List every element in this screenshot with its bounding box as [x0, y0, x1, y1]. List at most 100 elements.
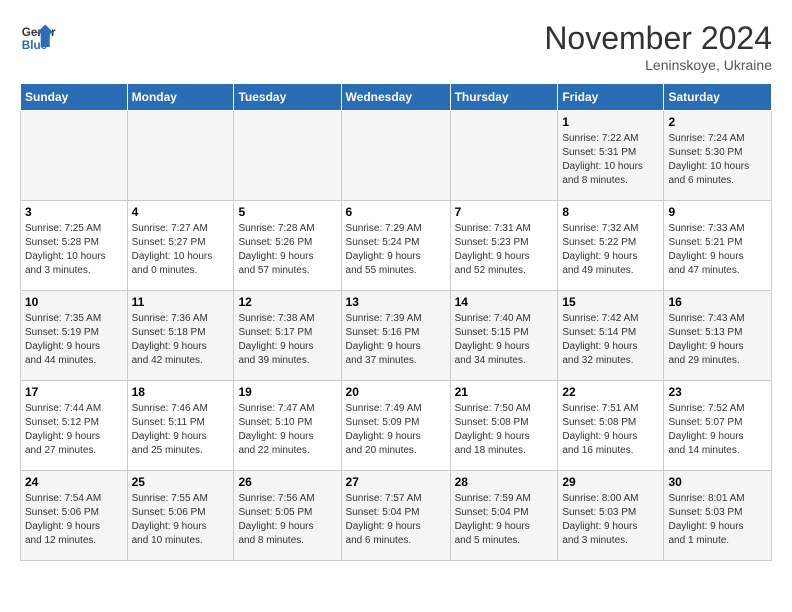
day-number: 14	[455, 295, 554, 309]
calendar-cell: 2 Sunrise: 7:24 AM Sunset: 5:30 PM Daylig…	[664, 111, 772, 201]
cell-sun-info: Sunrise: 7:49 AM Sunset: 5:09 PM Dayligh…	[346, 402, 446, 458]
calendar-cell: 9 Sunrise: 7:33 AM Sunset: 5:21 PM Daylig…	[664, 201, 772, 291]
cell-sun-info: Sunrise: 7:28 AM Sunset: 5:26 PM Dayligh…	[238, 222, 336, 278]
day-number: 1	[562, 115, 659, 129]
calendar-cell: 4 Sunrise: 7:27 AM Sunset: 5:27 PM Daylig…	[127, 201, 234, 291]
cell-sun-info: Sunrise: 7:33 AM Sunset: 5:21 PM Dayligh…	[668, 222, 767, 278]
calendar-week-row: 3 Sunrise: 7:25 AM Sunset: 5:28 PM Daylig…	[21, 201, 772, 291]
cell-sun-info: Sunrise: 7:24 AM Sunset: 5:30 PM Dayligh…	[668, 132, 767, 188]
calendar-week-row: 24 Sunrise: 7:54 AM Sunset: 5:06 PM Dayli…	[21, 471, 772, 561]
day-number: 22	[562, 385, 659, 399]
day-number: 20	[346, 385, 446, 399]
calendar-cell	[127, 111, 234, 201]
calendar-cell: 19 Sunrise: 7:47 AM Sunset: 5:10 PM Dayli…	[234, 381, 341, 471]
calendar-cell: 20 Sunrise: 7:49 AM Sunset: 5:09 PM Dayli…	[341, 381, 450, 471]
cell-sun-info: Sunrise: 7:38 AM Sunset: 5:17 PM Dayligh…	[238, 312, 336, 368]
weekday-header: Monday	[127, 84, 234, 111]
calendar-cell: 10 Sunrise: 7:35 AM Sunset: 5:19 PM Dayli…	[21, 291, 128, 381]
cell-sun-info: Sunrise: 7:52 AM Sunset: 5:07 PM Dayligh…	[668, 402, 767, 458]
day-number: 13	[346, 295, 446, 309]
day-number: 18	[132, 385, 230, 399]
cell-sun-info: Sunrise: 7:51 AM Sunset: 5:08 PM Dayligh…	[562, 402, 659, 458]
calendar-cell: 12 Sunrise: 7:38 AM Sunset: 5:17 PM Dayli…	[234, 291, 341, 381]
calendar-cell: 27 Sunrise: 7:57 AM Sunset: 5:04 PM Dayli…	[341, 471, 450, 561]
calendar-cell: 23Sunrise: 7:52 AM Sunset: 5:07 PM Dayli…	[664, 381, 772, 471]
calendar-cell: 1 Sunrise: 7:22 AM Sunset: 5:31 PM Daylig…	[558, 111, 664, 201]
day-number: 11	[132, 295, 230, 309]
month-title: November 2024	[544, 20, 772, 57]
cell-sun-info: Sunrise: 8:00 AM Sunset: 5:03 PM Dayligh…	[562, 492, 659, 548]
calendar-cell: 30 Sunrise: 8:01 AM Sunset: 5:03 PM Dayli…	[664, 471, 772, 561]
cell-sun-info: Sunrise: 7:43 AM Sunset: 5:13 PM Dayligh…	[668, 312, 767, 368]
cell-sun-info: Sunrise: 7:50 AM Sunset: 5:08 PM Dayligh…	[455, 402, 554, 458]
calendar-cell: 18Sunrise: 7:46 AM Sunset: 5:11 PM Dayli…	[127, 381, 234, 471]
calendar-cell: 22 Sunrise: 7:51 AM Sunset: 5:08 PM Dayli…	[558, 381, 664, 471]
logo-icon: General Blue	[20, 20, 56, 56]
calendar-cell: 29 Sunrise: 8:00 AM Sunset: 5:03 PM Dayli…	[558, 471, 664, 561]
cell-sun-info: Sunrise: 7:22 AM Sunset: 5:31 PM Dayligh…	[562, 132, 659, 188]
day-number: 25	[132, 475, 230, 489]
weekday-header-row: SundayMondayTuesdayWednesdayThursdayFrid…	[21, 84, 772, 111]
weekday-header: Thursday	[450, 84, 558, 111]
day-number: 12	[238, 295, 336, 309]
cell-sun-info: Sunrise: 7:35 AM Sunset: 5:19 PM Dayligh…	[25, 312, 123, 368]
weekday-header: Friday	[558, 84, 664, 111]
calendar-cell: 26 Sunrise: 7:56 AM Sunset: 5:05 PM Dayli…	[234, 471, 341, 561]
calendar-cell: 15 Sunrise: 7:42 AM Sunset: 5:14 PM Dayli…	[558, 291, 664, 381]
day-number: 4	[132, 205, 230, 219]
weekday-header: Tuesday	[234, 84, 341, 111]
cell-sun-info: Sunrise: 7:56 AM Sunset: 5:05 PM Dayligh…	[238, 492, 336, 548]
cell-sun-info: Sunrise: 7:29 AM Sunset: 5:24 PM Dayligh…	[346, 222, 446, 278]
day-number: 29	[562, 475, 659, 489]
day-number: 19	[238, 385, 336, 399]
day-number: 10	[25, 295, 123, 309]
calendar-cell	[341, 111, 450, 201]
cell-sun-info: Sunrise: 7:54 AM Sunset: 5:06 PM Dayligh…	[25, 492, 123, 548]
calendar-cell: 8 Sunrise: 7:32 AM Sunset: 5:22 PM Daylig…	[558, 201, 664, 291]
title-area: November 2024 Leninskoye, Ukraine	[544, 20, 772, 73]
calendar-cell: 17Sunrise: 7:44 AM Sunset: 5:12 PM Dayli…	[21, 381, 128, 471]
day-number: 30	[668, 475, 767, 489]
day-number: 2	[668, 115, 767, 129]
cell-sun-info: Sunrise: 7:42 AM Sunset: 5:14 PM Dayligh…	[562, 312, 659, 368]
cell-sun-info: Sunrise: 7:32 AM Sunset: 5:22 PM Dayligh…	[562, 222, 659, 278]
cell-sun-info: Sunrise: 7:57 AM Sunset: 5:04 PM Dayligh…	[346, 492, 446, 548]
cell-sun-info: Sunrise: 7:36 AM Sunset: 5:18 PM Dayligh…	[132, 312, 230, 368]
calendar-week-row: 17Sunrise: 7:44 AM Sunset: 5:12 PM Dayli…	[21, 381, 772, 471]
day-number: 6	[346, 205, 446, 219]
day-number: 5	[238, 205, 336, 219]
location-label: Leninskoye, Ukraine	[544, 57, 772, 73]
calendar-cell: 24 Sunrise: 7:54 AM Sunset: 5:06 PM Dayli…	[21, 471, 128, 561]
day-number: 21	[455, 385, 554, 399]
cell-sun-info: Sunrise: 8:01 AM Sunset: 5:03 PM Dayligh…	[668, 492, 767, 548]
cell-sun-info: Sunrise: 7:25 AM Sunset: 5:28 PM Dayligh…	[25, 222, 123, 278]
logo: General Blue	[20, 20, 56, 56]
weekday-header: Sunday	[21, 84, 128, 111]
cell-sun-info: Sunrise: 7:40 AM Sunset: 5:15 PM Dayligh…	[455, 312, 554, 368]
cell-sun-info: Sunrise: 7:55 AM Sunset: 5:06 PM Dayligh…	[132, 492, 230, 548]
cell-sun-info: Sunrise: 7:27 AM Sunset: 5:27 PM Dayligh…	[132, 222, 230, 278]
cell-sun-info: Sunrise: 7:47 AM Sunset: 5:10 PM Dayligh…	[238, 402, 336, 458]
day-number: 26	[238, 475, 336, 489]
day-number: 3	[25, 205, 123, 219]
calendar-cell: 3 Sunrise: 7:25 AM Sunset: 5:28 PM Daylig…	[21, 201, 128, 291]
calendar-cell	[450, 111, 558, 201]
cell-sun-info: Sunrise: 7:59 AM Sunset: 5:04 PM Dayligh…	[455, 492, 554, 548]
calendar-cell	[21, 111, 128, 201]
day-number: 24	[25, 475, 123, 489]
calendar-cell: 16 Sunrise: 7:43 AM Sunset: 5:13 PM Dayli…	[664, 291, 772, 381]
cell-sun-info: Sunrise: 7:39 AM Sunset: 5:16 PM Dayligh…	[346, 312, 446, 368]
calendar-cell: 25 Sunrise: 7:55 AM Sunset: 5:06 PM Dayli…	[127, 471, 234, 561]
calendar-cell	[234, 111, 341, 201]
calendar-cell: 11 Sunrise: 7:36 AM Sunset: 5:18 PM Dayli…	[127, 291, 234, 381]
day-number: 17	[25, 385, 123, 399]
calendar-cell: 5 Sunrise: 7:28 AM Sunset: 5:26 PM Daylig…	[234, 201, 341, 291]
day-number: 8	[562, 205, 659, 219]
day-number: 16	[668, 295, 767, 309]
page-header: General Blue November 2024 Leninskoye, U…	[20, 20, 772, 73]
day-number: 15	[562, 295, 659, 309]
calendar-cell: 7Sunrise: 7:31 AM Sunset: 5:23 PM Daylig…	[450, 201, 558, 291]
day-number: 27	[346, 475, 446, 489]
weekday-header: Wednesday	[341, 84, 450, 111]
day-number: 9	[668, 205, 767, 219]
